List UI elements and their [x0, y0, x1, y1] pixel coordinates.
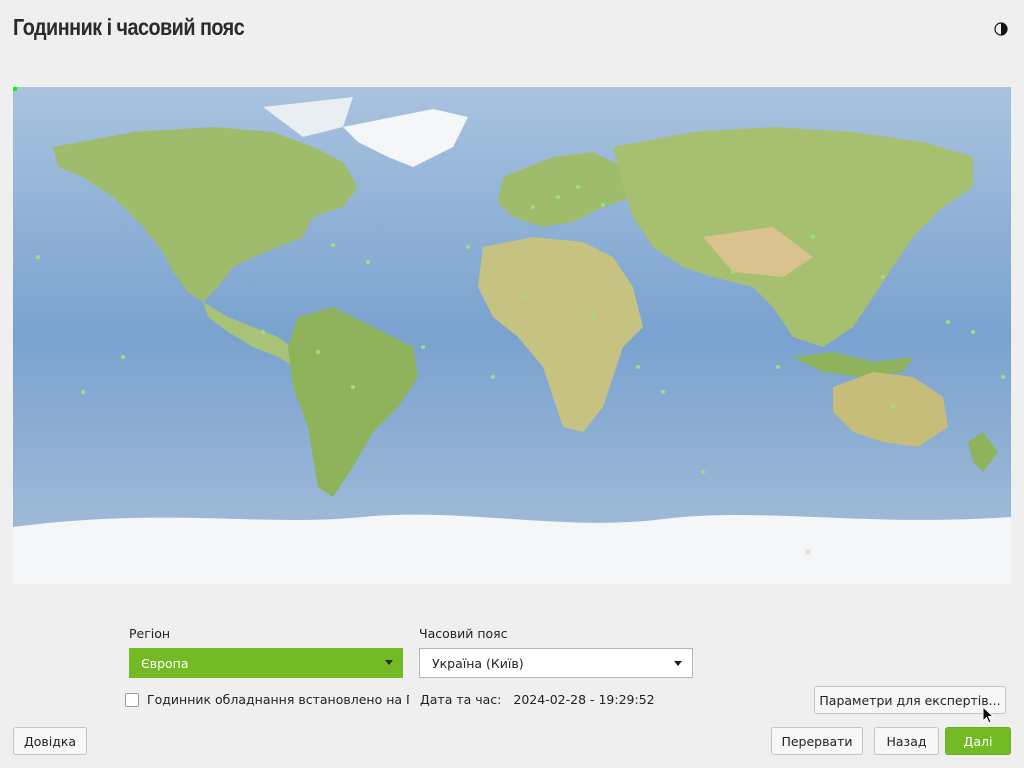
region-label: Регіон [129, 626, 171, 641]
timezone-label: Часовий пояс [419, 626, 508, 641]
half-moon-icon [994, 22, 1008, 36]
mouse-cursor-icon [982, 706, 994, 724]
page-title: Годинник і часовий пояс [13, 14, 245, 40]
region-select[interactable]: Європа [129, 648, 403, 678]
world-map-image[interactable] [13, 87, 1011, 584]
date-time-display: Дата та час: 2024-02-28 - 19:29:52 [420, 692, 655, 707]
hw-clock-utc-label[interactable]: Годинник обладнання встановлено на Гри [147, 692, 409, 707]
chevron-down-icon [385, 660, 393, 665]
timezone-select[interactable]: Україна (Київ) [419, 648, 693, 678]
timezone-select-value: Україна (Київ) [432, 655, 524, 671]
back-button[interactable]: Назад [874, 727, 939, 755]
next-button[interactable]: Далі [945, 727, 1011, 755]
expert-settings-button[interactable]: Параметри для експертів... [814, 686, 1006, 714]
theme-toggle-button[interactable] [990, 18, 1012, 40]
help-button[interactable]: Довідка [13, 727, 87, 755]
abort-button[interactable]: Перервати [771, 727, 863, 755]
timezone-world-map[interactable] [13, 87, 1011, 584]
chevron-down-icon [674, 661, 682, 666]
hw-clock-utc-checkbox[interactable] [125, 692, 139, 707]
date-time-label: Дата та час: [420, 692, 502, 707]
region-select-value: Європа [141, 655, 189, 671]
hw-clock-utc-checkbox-row[interactable]: Годинник обладнання встановлено на Гри [125, 692, 409, 707]
date-time-value: 2024-02-28 - 19:29:52 [513, 692, 655, 707]
